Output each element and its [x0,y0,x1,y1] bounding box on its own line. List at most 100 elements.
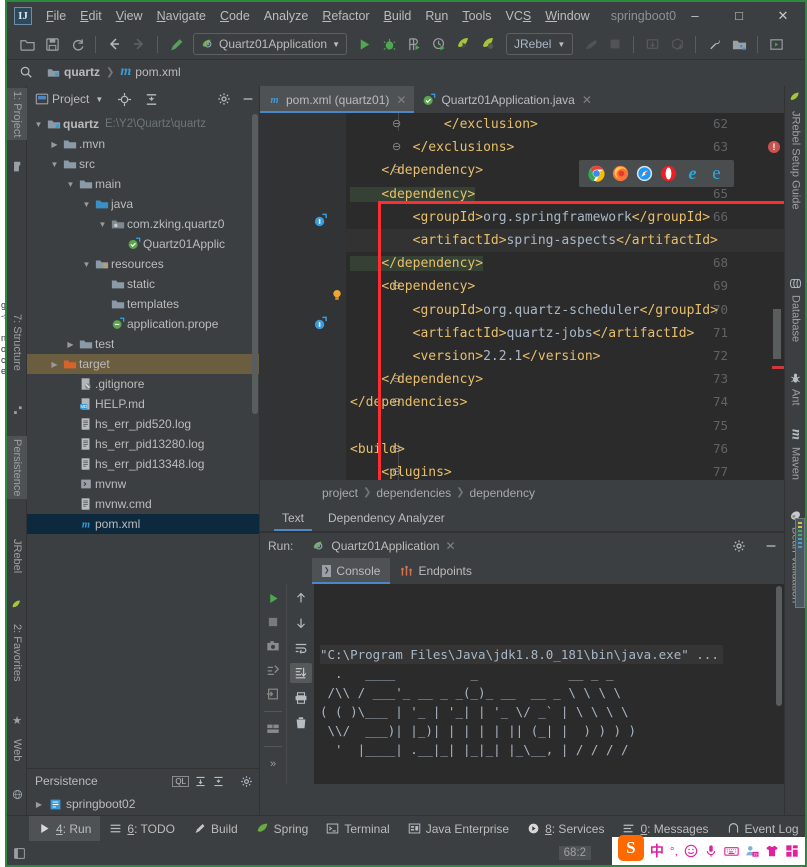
tree-node-help-md[interactable]: MDHELP.md [27,394,259,414]
tool-button-favorites[interactable]: 2: Favorites [7,621,27,684]
code-line-73[interactable]: </dependency> [346,368,784,391]
status-bar-8--services[interactable]: 8: Services [518,816,613,842]
run-hide-icon[interactable] [764,539,778,553]
tool-button-project[interactable]: 1: Project [7,88,27,140]
browser-launch-popup[interactable]: e e [579,160,734,187]
tree-node-quartz[interactable]: ▼quartzE:\Y2\Quartz\quartz [27,114,259,134]
tree-node-src[interactable]: ▼src [27,154,259,174]
maven-dependency-marker-icon-1[interactable] [313,213,328,228]
tree-node-quartz01applic[interactable]: Quartz01Applic [27,234,259,254]
profile-icon[interactable] [427,32,451,56]
error-stripe-marker[interactable] [772,366,784,369]
maven-icon[interactable]: m [785,426,806,443]
scroll-down-button[interactable] [290,613,312,633]
expand-arrow-icon[interactable]: ▶ [64,340,77,349]
collapse-arrow-icon[interactable]: ▼ [80,200,93,209]
favorites-star-icon[interactable]: ★ [7,711,27,730]
menu-vcs[interactable]: VCS [499,5,539,27]
menu-file[interactable]: FFileile [39,5,73,27]
jrebel-leaf-icon[interactable] [7,596,27,614]
run-configuration-selector[interactable]: Quartz01Application ▼ [193,33,347,55]
tree-node-hs-err-pid13348-log[interactable]: hs_err_pid13348.log [27,454,259,474]
calendar-icon[interactable]: 19 [745,844,759,858]
editor-scrollbar[interactable] [773,309,781,359]
tool-button-web[interactable]: Web [7,736,27,764]
breadcrumb-project[interactable]: project [322,486,358,500]
sogou-logo-icon[interactable]: S [618,835,644,861]
jrebel-guide-leaf-icon[interactable] [785,88,806,107]
code-line-74[interactable]: </dependencies> [346,391,784,414]
settings-wrench-icon[interactable] [702,32,726,56]
expand-arrow-icon[interactable]: ▶ [48,140,61,149]
clear-all-button[interactable] [290,713,312,733]
jrebel-selector[interactable]: JRebel ▼ [506,33,573,55]
tree-node--mvn[interactable]: ▶.mvn [27,134,259,154]
commit-icon[interactable] [665,32,689,56]
code-line-62[interactable]: </exclusion> [346,113,784,136]
tab-text[interactable]: Text [270,505,316,531]
tree-node-mvnw-cmd[interactable]: mvnw.cmd [27,494,259,514]
ie-icon[interactable]: e [708,165,725,182]
code-line-63[interactable]: </exclusions> [346,136,784,159]
edge-icon[interactable]: e [684,165,701,182]
menu-run[interactable]: Run [418,5,455,27]
stop-icon[interactable] [603,32,627,56]
run-settings-gear-icon[interactable] [732,539,746,553]
open-console-icon[interactable] [764,32,788,56]
code-line-66[interactable]: <groupId>org.springframework</groupId> [346,206,784,229]
tree-node-templates[interactable]: templates [27,294,259,314]
toolbox-icon[interactable] [785,844,799,858]
tree-node-static[interactable]: static [27,274,259,294]
tree-node-hs-err-pid13280-log[interactable]: hs_err_pid13280.log [27,434,259,454]
tree-node-com-zking-quartz0[interactable]: ▼com.zking.quartz0 [27,214,259,234]
tree-node-hs-err-pid520-log[interactable]: hs_err_pid520.log [27,414,259,434]
emoji-icon[interactable] [684,844,698,858]
chevron-down-icon-jrebel[interactable]: ▼ [557,40,565,49]
expand-arrow-icon[interactable]: ▶ [33,800,45,809]
expand-arrow-icon[interactable]: ▶ [48,360,61,369]
keyboard-icon[interactable] [724,844,739,858]
rerun-button[interactable] [262,588,284,608]
chevron-down-icon[interactable]: ▼ [332,40,340,49]
project-tree[interactable]: ▼quartzE:\Y2\Quartz\quartz▶.mvn▼src▼main… [27,112,259,768]
scroll-up-button[interactable] [290,588,312,608]
menu-navigate[interactable]: Navigate [150,5,213,27]
stop-button[interactable] [262,612,284,632]
code-line-76[interactable]: <build> [346,438,784,461]
chrome-icon[interactable] [588,165,605,182]
collapse-arrow-icon[interactable]: ▼ [80,260,93,269]
tree-node-mvnw[interactable]: mvnw [27,474,259,494]
persistence-ql-icon[interactable]: QL [172,776,189,787]
close-tab-icon[interactable]: ✕ [396,93,406,107]
tool-button-database[interactable]: Database [785,292,806,345]
status-bar-build[interactable]: Build [184,816,247,842]
screenshot-button[interactable] [262,636,284,656]
update-project-icon[interactable] [640,32,664,56]
code-line-68[interactable]: </dependency> [346,252,784,275]
close-tab-icon[interactable]: ✕ [582,93,592,107]
caret-position[interactable]: 68:2 [559,846,591,860]
tab-console[interactable]: ❯ Console [312,558,390,584]
collapse-arrow-icon[interactable]: ▼ [48,160,61,169]
tree-node-resources[interactable]: ▼resources [27,254,259,274]
compile-icon[interactable] [164,32,188,56]
menu-edit[interactable]: Edit [73,5,109,27]
menu-code[interactable]: Code [213,5,257,27]
jrebel-run-icon[interactable] [452,32,476,56]
tool-button-maven[interactable]: Maven [785,444,806,483]
status-bar-spring[interactable]: Spring [247,816,318,842]
tool-button-structure-icon[interactable] [7,402,27,419]
menu-build[interactable]: Build [377,5,419,27]
tool-button-persistence[interactable]: Persistence [7,436,27,499]
code-line-69[interactable]: <dependency> [346,275,784,298]
collapse-arrow-icon[interactable]: ▼ [96,220,109,229]
editor-tab-pom-xml[interactable]: mpom.xml (quartz01)✕ [260,86,414,113]
project-settings-gear-icon[interactable] [217,92,231,106]
editor-viewport[interactable]: 62⊖63⊖64⊖65⊖666768⊖69⊖70717273⊖74⊖7576⊖7… [260,113,784,480]
menu-tools[interactable]: Tools [455,5,498,27]
opera-icon[interactable] [660,165,677,182]
editor-tab-quartz01application-java[interactable]: Quartz01Application.java✕ [414,86,599,113]
status-bar-terminal[interactable]: Terminal [317,816,398,842]
status-bar-4--run[interactable]: 4: Run [29,816,100,842]
menu-analyze[interactable]: Analyze [257,5,315,27]
